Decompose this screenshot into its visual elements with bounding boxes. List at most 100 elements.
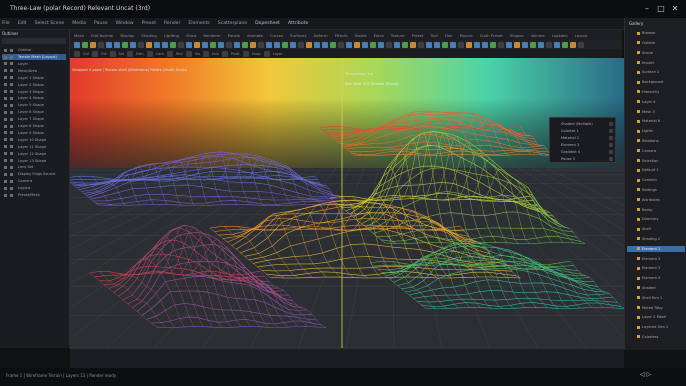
tool-icon[interactable] <box>410 41 416 48</box>
shading-popup-panel[interactable]: Shaded (Multiple) Colorize 1 Material 2 Ele… <box>549 117 616 163</box>
attribute-item[interactable]: Layer 2 Mesh <box>627 314 685 320</box>
lock-icon[interactable] <box>10 131 13 135</box>
visibility-icon[interactable] <box>4 76 7 80</box>
attribute-item[interactable]: Material 6 <box>627 118 685 124</box>
tool-icon[interactable] <box>554 41 560 48</box>
attribute-item[interactable]: Settings <box>627 187 685 193</box>
menu-item-window[interactable]: Window <box>116 21 134 26</box>
tool-icon[interactable] <box>298 41 304 48</box>
lock-icon[interactable] <box>10 76 13 80</box>
tool-icon[interactable] <box>234 41 240 48</box>
toolbar-toggle-icon[interactable] <box>202 50 209 57</box>
tool-icon[interactable] <box>498 41 504 48</box>
tool-icon[interactable] <box>170 41 176 48</box>
shelf-tab-tool[interactable]: Tool <box>430 33 437 38</box>
popup-item[interactable]: Gradient 4 <box>553 149 613 155</box>
toolbar-toggle-icon[interactable] <box>92 50 99 57</box>
tool-icon[interactable] <box>426 41 432 48</box>
popup-item-toggle[interactable] <box>609 143 613 147</box>
lock-icon[interactable] <box>10 48 13 52</box>
visibility-icon[interactable] <box>4 117 7 121</box>
shelf-tab-preset[interactable]: Preset <box>412 33 424 38</box>
visibility-icon[interactable] <box>4 83 7 87</box>
tool-icon[interactable] <box>266 41 272 48</box>
tool-icon[interactable] <box>402 41 408 48</box>
attribute-item[interactable]: Shell <box>627 226 685 232</box>
attribute-item[interactable]: Directory <box>627 216 685 222</box>
shelf-tab-lighting[interactable]: Lighting <box>164 33 179 38</box>
lock-icon[interactable] <box>10 193 13 197</box>
visibility-icon[interactable] <box>4 152 7 156</box>
tool-icon[interactable] <box>322 41 328 48</box>
toolbar-toggle-icon[interactable] <box>146 50 153 57</box>
outliner-item[interactable]: Layer 10 Shape <box>2 137 66 143</box>
outliner-item[interactable]: Layer 6 Shape <box>2 109 66 115</box>
attribute-item[interactable]: Element 2 <box>627 255 685 261</box>
visibility-icon[interactable] <box>4 103 7 107</box>
tool-icon[interactable] <box>370 41 376 48</box>
tool-icon[interactable] <box>442 41 448 48</box>
visibility-icon[interactable] <box>4 110 7 114</box>
tool-icon[interactable] <box>362 41 368 48</box>
outliner-item[interactable]: Layer 2 Shape <box>2 82 66 88</box>
tool-icon[interactable] <box>530 41 536 48</box>
tool-icon[interactable] <box>378 41 384 48</box>
outliner-search-input[interactable] <box>2 38 66 44</box>
viewport-option-snap[interactable]: Snap <box>252 52 261 56</box>
popup-item[interactable]: Element 3 <box>553 142 613 148</box>
tool-icon[interactable] <box>562 41 568 48</box>
outliner-item[interactable]: Layer 3 Shape <box>2 88 66 94</box>
tool-icon[interactable] <box>98 41 104 48</box>
popup-item[interactable]: Material 2 <box>553 135 613 141</box>
attribute-item[interactable]: Default 1 <box>627 167 685 173</box>
shelf-tab-curves[interactable]: Curves <box>270 33 283 38</box>
menu-item-elements[interactable]: Elements <box>188 21 209 26</box>
tool-icon[interactable] <box>418 41 424 48</box>
attribute-item[interactable]: Ramp <box>627 206 685 212</box>
shelf-tab-lookdev[interactable]: Lookdev <box>552 33 568 38</box>
viewport-option-info[interactable]: Info <box>212 52 219 56</box>
tool-icon[interactable] <box>122 41 128 48</box>
visibility-icon[interactable] <box>4 48 7 52</box>
outliner-item[interactable]: Lens Set <box>2 164 66 170</box>
attribute-item[interactable]: Outline <box>627 40 685 46</box>
lock-icon[interactable] <box>10 124 13 128</box>
tool-icon[interactable] <box>306 41 312 48</box>
menu-item-pause[interactable]: Pause <box>94 21 108 26</box>
popup-item-toggle[interactable] <box>609 150 613 154</box>
tool-icon[interactable] <box>474 41 480 48</box>
visibility-icon[interactable] <box>4 165 7 169</box>
popup-item[interactable]: Colorize 1 <box>553 128 613 134</box>
outliner-item[interactable]: Layer 11 Shape <box>2 144 66 150</box>
tool-icon[interactable] <box>138 41 144 48</box>
popup-item[interactable]: Pause 5 <box>553 156 613 162</box>
toolbar-toggle-icon[interactable] <box>221 50 228 57</box>
outliner-item[interactable]: Display Flags Source <box>2 171 66 177</box>
attribute-item[interactable]: Selection <box>627 157 685 163</box>
lock-icon[interactable] <box>10 83 13 87</box>
tool-icon[interactable] <box>538 41 544 48</box>
tool-icon[interactable] <box>186 41 192 48</box>
attribute-item[interactable]: Camera <box>627 148 685 154</box>
tool-icon[interactable] <box>466 41 472 48</box>
tool-icon[interactable] <box>114 41 120 48</box>
toolbar-toggle-icon[interactable] <box>109 50 116 57</box>
attribute-item[interactable]: Attributes <box>627 197 685 203</box>
outliner-item[interactable]: Layer 5 Shape <box>2 102 66 108</box>
shelf-tab-renderer[interactable]: Renderer <box>203 33 220 38</box>
lock-icon[interactable] <box>10 55 13 59</box>
menu-item-select-scene[interactable]: Select Scene <box>35 21 65 26</box>
viewport-option-nrm[interactable]: Nrm <box>136 52 144 56</box>
shelf-tab-volume[interactable]: Volume <box>531 33 545 38</box>
tool-icon[interactable] <box>482 41 488 48</box>
attribute-item[interactable]: Element 1 <box>627 245 685 252</box>
tool-icon[interactable] <box>106 41 112 48</box>
maximize-button[interactable]: □ <box>656 4 666 14</box>
lock-icon[interactable] <box>10 103 13 107</box>
shelf-tab-shading[interactable]: Shading <box>141 33 156 38</box>
viewport-option-ctrl[interactable]: Ctrl <box>83 52 89 56</box>
tool-icon[interactable] <box>162 41 168 48</box>
menu-item-dopesheet[interactable]: Dopesheet <box>255 21 280 26</box>
outliner-item[interactable]: Layer <box>2 61 66 67</box>
tool-icon[interactable] <box>82 41 88 48</box>
